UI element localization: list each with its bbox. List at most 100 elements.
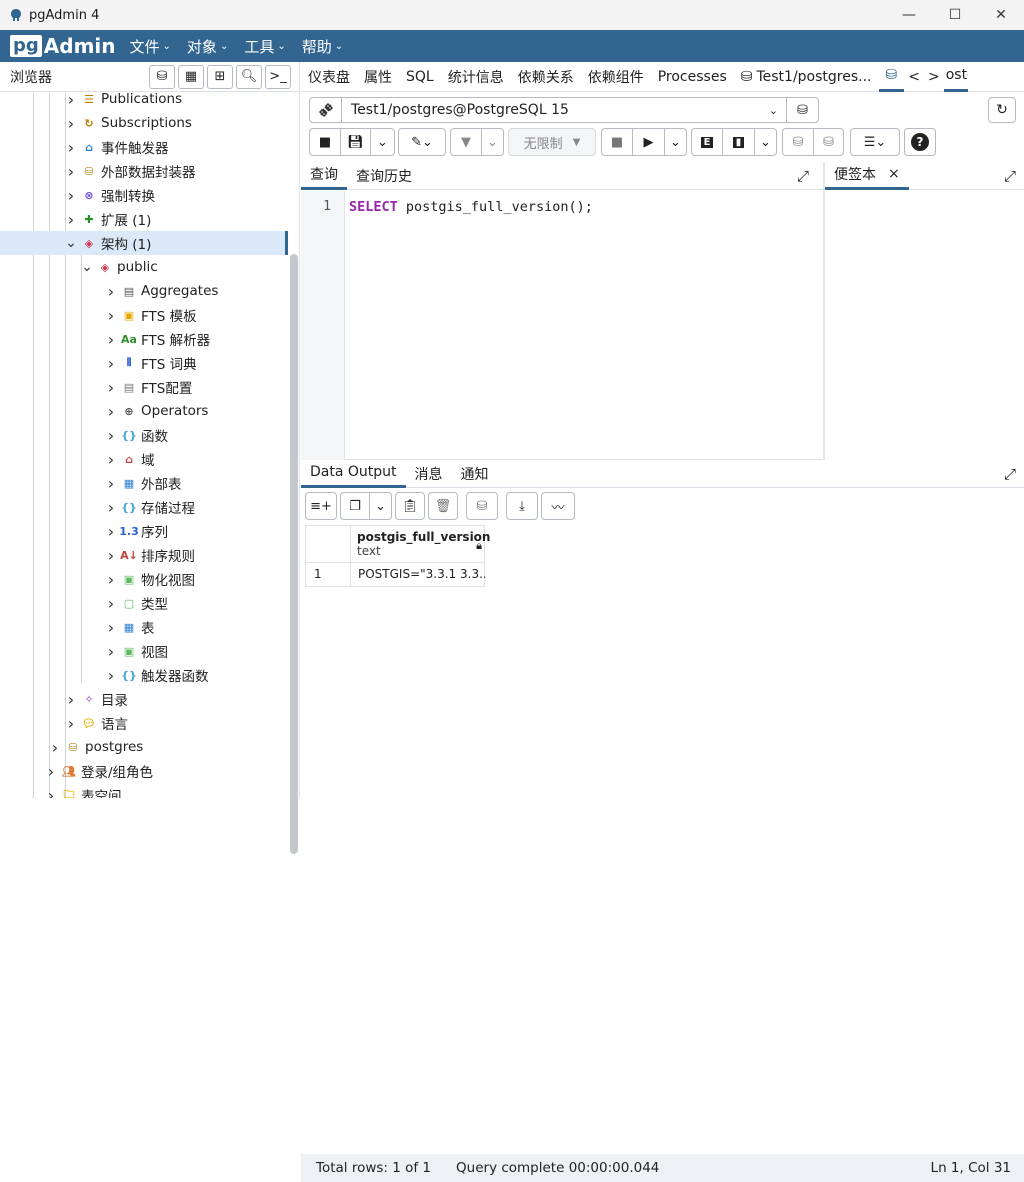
tree-node[interactable]: › Aa FTS 解析器 bbox=[0, 327, 288, 351]
search-objects-button[interactable]: 🔍︎ bbox=[236, 64, 262, 89]
close-window-button[interactable]: ✕ bbox=[978, 0, 1024, 30]
chevron-right-icon[interactable]: › bbox=[104, 474, 118, 493]
tree-node[interactable]: › ↻ Subscriptions bbox=[0, 111, 288, 135]
menu-object[interactable]: 对象 ⌄ bbox=[187, 36, 228, 57]
tree-node[interactable]: › ✚ 扩展 (1) bbox=[0, 207, 288, 231]
chevron-right-icon[interactable]: › bbox=[104, 498, 118, 517]
chevron-right-icon[interactable]: › bbox=[44, 762, 58, 781]
tree-node[interactable]: › 👥︎ 登录/组角色 bbox=[0, 759, 288, 783]
delete-button[interactable]: 🗑︎ bbox=[429, 493, 457, 519]
tree-node[interactable]: ›{} 函数 bbox=[0, 423, 288, 447]
tree-node[interactable]: › ✧ 目录 bbox=[0, 687, 288, 711]
copy-options-dropdown[interactable]: ⌄ bbox=[369, 493, 391, 519]
chevron-down-icon[interactable]: ⌄ bbox=[64, 235, 78, 251]
chevron-right-icon[interactable]: › bbox=[104, 546, 118, 565]
sql-editor[interactable]: SELECT postgis_full_version(); bbox=[349, 199, 593, 215]
menu-help[interactable]: 帮助 ⌄ bbox=[302, 36, 343, 57]
tree-node[interactable]: › A↓ 排序规则 bbox=[0, 543, 288, 567]
tree-node[interactable]: › ⊕ Operators bbox=[0, 399, 288, 423]
chevron-right-icon[interactable]: › bbox=[104, 354, 118, 373]
chevron-right-icon[interactable]: › bbox=[44, 786, 58, 799]
view-data-button[interactable]: ▦ bbox=[178, 64, 204, 89]
save-file-button[interactable]: 💾︎ bbox=[340, 129, 370, 155]
tree-node[interactable]: › ⛁ postgres bbox=[0, 735, 288, 759]
tree-node[interactable]: › ▦ 表 bbox=[0, 615, 288, 639]
chevron-right-icon[interactable]: › bbox=[104, 426, 118, 445]
tree-scrollbar[interactable] bbox=[290, 254, 298, 854]
expand-icon[interactable]: ⤢ bbox=[1004, 465, 1016, 483]
execute-options-dropdown[interactable]: ⌄ bbox=[664, 129, 686, 155]
edit-button[interactable]: ✎⌄ bbox=[399, 129, 445, 155]
chevron-right-icon[interactable]: › bbox=[104, 570, 118, 589]
tab-data-output[interactable]: Data Output bbox=[301, 460, 406, 488]
minimize-button[interactable]: — bbox=[886, 0, 932, 30]
reset-layout-button[interactable]: ↻ bbox=[988, 97, 1016, 123]
filter-rows-button[interactable]: ⊞ bbox=[207, 64, 233, 89]
tree-node[interactable]: › ▣ FTS 模板 bbox=[0, 303, 288, 327]
tree-node[interactable]: ⌄ ◈ 架构 (1) bbox=[0, 231, 288, 255]
tab-query-tool[interactable]: ⛁ Test1/postgres... bbox=[734, 62, 879, 92]
tree-node[interactable]: › ▣ 物化视图 bbox=[0, 567, 288, 591]
tab-dependencies[interactable]: 依赖关系 bbox=[511, 62, 581, 92]
psql-tool-button[interactable]: >_ bbox=[265, 64, 291, 89]
chevron-right-icon[interactable]: › bbox=[104, 402, 118, 421]
save-options-dropdown[interactable]: ⌄ bbox=[370, 129, 394, 155]
tree-node[interactable]: › ▦ 外部表 bbox=[0, 471, 288, 495]
chevron-right-icon[interactable]: › bbox=[64, 210, 78, 229]
table-row[interactable]: 1 POSTGIS="3.3.1 3.3... bbox=[305, 563, 485, 587]
tab-scroll-left[interactable]: < bbox=[904, 62, 924, 92]
cell-value[interactable]: POSTGIS="3.3.1 3.3... bbox=[350, 563, 485, 586]
chevron-right-icon[interactable]: › bbox=[64, 714, 78, 733]
chevron-down-icon[interactable]: ⌄ bbox=[80, 259, 94, 275]
chevron-right-icon[interactable]: › bbox=[104, 642, 118, 661]
tab-scroll-right[interactable]: > bbox=[924, 62, 944, 92]
macros-button[interactable]: ☰⌄ bbox=[851, 129, 899, 155]
explain-button[interactable]: E bbox=[692, 129, 722, 155]
query-tool-button[interactable]: ⛁ bbox=[149, 64, 175, 89]
chevron-right-icon[interactable]: › bbox=[64, 186, 78, 205]
execute-button[interactable]: ▶ bbox=[632, 129, 664, 155]
tab-messages[interactable]: 消息 bbox=[406, 460, 452, 488]
open-file-button[interactable]: ■ bbox=[310, 129, 340, 155]
tree-node[interactable]: › 🗀︎ 表空间 bbox=[0, 783, 288, 799]
expand-icon[interactable]: ⤢ bbox=[1004, 167, 1016, 185]
explain-analyze-button[interactable]: ▮ bbox=[722, 129, 754, 155]
tab-query-tool-active[interactable]: ⛁ bbox=[878, 62, 905, 92]
tree-node[interactable]: › ⛁ 外部数据封装器 bbox=[0, 159, 288, 183]
stop-button[interactable]: ■ bbox=[602, 129, 632, 155]
tree-node[interactable]: ›{} 存储过程 bbox=[0, 495, 288, 519]
chevron-right-icon[interactable]: › bbox=[104, 666, 118, 685]
explain-options-dropdown[interactable]: ⌄ bbox=[754, 129, 776, 155]
filter-dropdown[interactable]: ⌄ bbox=[481, 129, 503, 155]
tree-node[interactable]: › 1.3 序列 bbox=[0, 519, 288, 543]
tab-scratch-pad[interactable]: 便签本 × bbox=[825, 162, 909, 190]
tree-node[interactable]: › ▤ FTS配置 bbox=[0, 375, 288, 399]
tree-node[interactable]: › ▤ Aggregates bbox=[0, 279, 288, 303]
connection-select[interactable]: Test1/postgres@PostgreSQL 15 ⌄ ⛁ bbox=[309, 97, 819, 123]
chevron-right-icon[interactable]: › bbox=[104, 306, 118, 325]
tab-overflow[interactable]: ostg bbox=[943, 62, 968, 92]
expand-icon[interactable]: ⤢ bbox=[797, 167, 809, 185]
column-header[interactable]: postgis_full_version text 🔒︎ bbox=[350, 526, 490, 563]
chevron-right-icon[interactable]: › bbox=[104, 522, 118, 541]
commit-button[interactable]: ⛁ bbox=[783, 129, 813, 155]
add-row-button[interactable]: ≡+ bbox=[306, 493, 336, 519]
limit-select[interactable]: 无限制 ▼ bbox=[509, 129, 595, 155]
chevron-right-icon[interactable]: › bbox=[48, 738, 62, 757]
tree-node[interactable]: › 💬︎ 语言 bbox=[0, 711, 288, 735]
close-icon[interactable]: × bbox=[888, 166, 900, 182]
tree-node[interactable]: ⌄ ◈ public bbox=[0, 255, 288, 279]
chevron-right-icon[interactable]: › bbox=[104, 450, 118, 469]
tree-node[interactable]: › ⫴ FTS 词典 bbox=[0, 351, 288, 375]
chevron-right-icon[interactable]: › bbox=[104, 330, 118, 349]
tree-node[interactable]: › ▣ 视图 bbox=[0, 639, 288, 663]
tab-dashboard[interactable]: 仪表盘 bbox=[301, 62, 357, 92]
download-button[interactable]: ⤓ bbox=[507, 493, 537, 519]
save-data-button[interactable]: ⛁ bbox=[467, 493, 497, 519]
new-connection-button[interactable]: ⛁ bbox=[786, 98, 818, 122]
chevron-right-icon[interactable]: › bbox=[104, 282, 118, 301]
paste-button[interactable]: 📋︎ bbox=[396, 493, 424, 519]
tab-properties[interactable]: 属性 bbox=[357, 62, 399, 92]
chevron-right-icon[interactable]: › bbox=[104, 378, 118, 397]
menu-tools[interactable]: 工具 ⌄ bbox=[244, 36, 285, 57]
